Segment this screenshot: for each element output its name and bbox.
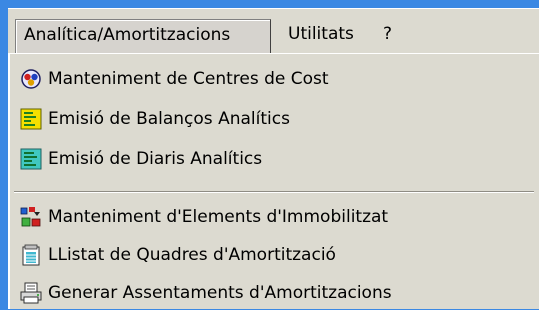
application-window: Analítica/Amortitzacions Utilitats ? Man… bbox=[0, 0, 539, 309]
document-teal-icon bbox=[20, 148, 42, 170]
menu-item-label: Manteniment de Centres de Cost bbox=[48, 69, 329, 89]
menu-help[interactable]: ? bbox=[375, 19, 400, 53]
menu-item-label: Emisió de Diaris Analítics bbox=[48, 149, 263, 169]
menu-separator bbox=[14, 191, 534, 193]
menu-item-llistat-quadres[interactable]: LListat de Quadres d'Amortització bbox=[20, 238, 530, 272]
menu-item-generar-assentaments[interactable]: Generar Assentaments d'Amortitzacions bbox=[20, 276, 530, 310]
menu-analitica-amortitzacions[interactable]: Analítica/Amortitzacions bbox=[15, 19, 271, 53]
menu-item-label: Emisió de Balanços Analítics bbox=[48, 109, 290, 129]
menu-item-manteniment-centres-cost[interactable]: Manteniment de Centres de Cost bbox=[20, 62, 530, 96]
document-yellow-icon bbox=[20, 108, 42, 130]
print-entries-icon bbox=[20, 282, 42, 304]
menu-item-emisio-balancos[interactable]: Emisió de Balanços Analítics bbox=[20, 102, 530, 136]
menu-item-label: LListat de Quadres d'Amortització bbox=[48, 245, 336, 265]
menu-item-label: Generar Assentaments d'Amortitzacions bbox=[48, 283, 392, 303]
menu-bar: Analítica/Amortitzacions Utilitats ? bbox=[8, 8, 539, 54]
assets-icon bbox=[20, 206, 42, 228]
menu-item-manteniment-immobilitzat[interactable]: Manteniment d'Elements d'Immobilitzat bbox=[20, 200, 530, 234]
dropdown-menu: Manteniment de Centres de Cost Emisió de… bbox=[8, 53, 539, 309]
menu-item-emisio-diaris[interactable]: Emisió de Diaris Analítics bbox=[20, 142, 530, 176]
menu-utilitats[interactable]: Utilitats bbox=[280, 19, 362, 53]
list-report-icon bbox=[20, 244, 42, 266]
menu-item-label: Manteniment d'Elements d'Immobilitzat bbox=[48, 207, 389, 227]
cost-centres-icon bbox=[20, 68, 42, 90]
